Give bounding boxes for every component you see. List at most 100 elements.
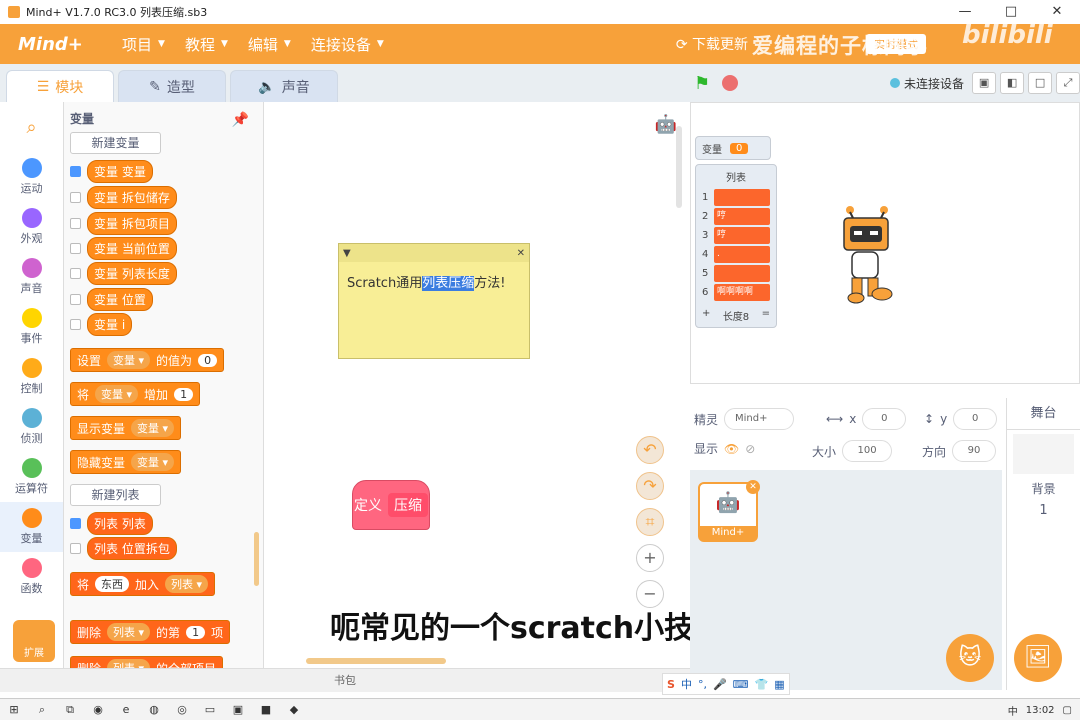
folder-icon[interactable]: ▭	[196, 703, 224, 716]
new-list-button[interactable]: 新建列表	[70, 484, 161, 506]
category-control[interactable]: 控制	[0, 352, 63, 402]
var-checkbox[interactable]	[70, 218, 81, 229]
y-input[interactable]: 0	[953, 408, 998, 430]
var-block[interactable]: 变量 当前位置	[87, 237, 177, 260]
category-events[interactable]: 事件	[0, 302, 63, 352]
app-icon[interactable]: ▣	[224, 703, 252, 716]
green-flag-icon[interactable]: ⚑	[694, 73, 714, 94]
define-block[interactable]: 定义 压缩	[352, 480, 430, 530]
list-checkbox[interactable]	[70, 543, 81, 554]
layout-normal-stage-icon[interactable]: ◧	[1000, 72, 1025, 94]
var-block[interactable]: 变量 i	[87, 313, 133, 336]
value-input[interactable]: 0	[198, 353, 218, 367]
zoom-in-icon[interactable]: +	[636, 544, 664, 572]
var-block[interactable]: 变量 位置	[87, 288, 153, 311]
connection-status[interactable]: 未连接设备	[890, 75, 964, 92]
eye-icon[interactable]: 👁	[724, 442, 739, 456]
var-block[interactable]: 变量 拆包项目	[87, 212, 177, 235]
category-sound[interactable]: 声音	[0, 252, 63, 302]
layout-large-stage-icon[interactable]: □	[1028, 72, 1053, 94]
add-to-list-block[interactable]: 将东西 加入 列表 ▾	[70, 572, 216, 596]
var-checkbox[interactable]	[70, 319, 81, 330]
list-resize-handle[interactable]: =	[762, 308, 770, 323]
wechat-icon[interactable]: ◍	[140, 703, 168, 716]
fullscreen-icon[interactable]: ⤢	[1056, 72, 1080, 94]
sprite-name-input[interactable]: Mind+	[724, 408, 795, 430]
backpack-bar[interactable]: 书包	[0, 668, 690, 692]
tab-blocks[interactable]: ☰ 模块	[6, 70, 114, 102]
delete-item-block[interactable]: 删除 列表 ▾ 的第 1 项	[70, 620, 231, 644]
list-add-button[interactable]: +	[702, 308, 710, 323]
delete-sprite-icon[interactable]: ✕	[746, 480, 760, 494]
category-operators[interactable]: 运算符	[0, 452, 63, 502]
pin-icon[interactable]: 📌	[232, 112, 249, 128]
var-block[interactable]: 变量 拆包储存	[87, 186, 177, 209]
update-button[interactable]: ⟳ 下载更新	[676, 34, 748, 54]
robot-sprite[interactable]	[838, 204, 896, 304]
category-looks[interactable]: 外观	[0, 202, 63, 252]
list-dropdown[interactable]: 列表 ▾	[165, 575, 209, 593]
var-checkbox[interactable]	[70, 268, 81, 279]
list-dropdown[interactable]: 列表 ▾	[107, 623, 151, 641]
new-variable-button[interactable]: 新建变量	[70, 132, 161, 154]
clock[interactable]: 13:02	[1026, 705, 1055, 716]
menu-edit[interactable]: 编辑 ▼	[248, 34, 291, 55]
x-input[interactable]: 0	[862, 408, 907, 430]
notification-icon[interactable]: ▢	[1063, 705, 1072, 716]
app-icon[interactable]: ◉	[84, 703, 112, 716]
task-view-icon[interactable]: ⧉	[56, 703, 84, 717]
category-motion[interactable]: 运动	[0, 152, 63, 202]
close-icon[interactable]: ✕	[517, 248, 525, 259]
var-checkbox[interactable]	[70, 192, 81, 203]
category-sensing[interactable]: 侦测	[0, 402, 63, 452]
mindplus-taskbar-icon[interactable]: ■	[252, 703, 280, 716]
ime-toolbar[interactable]: S 中 °, 🎤 ⌨ 👕 ▦	[662, 673, 790, 695]
var-block[interactable]: 变量 变量	[87, 160, 153, 183]
add-backdrop-button[interactable]: 🖼	[1014, 634, 1062, 682]
tray-ime[interactable]: 中	[1008, 703, 1018, 718]
variable-dropdown[interactable]: 变量 ▾	[107, 351, 151, 369]
set-variable-block[interactable]: 设置 变量 ▾ 的值为 0	[70, 348, 225, 372]
eye-off-icon[interactable]: ⊘	[745, 442, 755, 456]
menu-connect[interactable]: 连接设备 ▼	[311, 34, 384, 55]
size-input[interactable]: 100	[842, 440, 893, 462]
menu-project[interactable]: 项目 ▼	[122, 34, 165, 55]
app-icon[interactable]: ◆	[280, 703, 308, 716]
list-cell[interactable]	[714, 189, 770, 206]
windows-start-icon[interactable]: ⊞	[0, 703, 28, 716]
layout-small-stage-icon[interactable]: ▣	[972, 72, 997, 94]
list-monitor[interactable]: 列表 1 2哼 3哼 4. 5 6 啊啊啊啊 + 长度8 =	[695, 164, 777, 328]
list-block[interactable]: 列表 列表	[87, 512, 153, 535]
direction-input[interactable]: 90	[952, 440, 997, 462]
variable-dropdown[interactable]: 变量 ▾	[95, 385, 139, 403]
list-cell[interactable]	[714, 265, 770, 282]
list-cell[interactable]: .	[714, 246, 770, 263]
extension-button[interactable]: 扩展	[13, 620, 55, 662]
var-block[interactable]: 变量 列表长度	[87, 262, 177, 285]
add-sprite-button[interactable]: 🐱	[946, 634, 994, 682]
category-variables[interactable]: 变量	[0, 502, 63, 552]
sprite-card[interactable]: 🤖 Mind+ ✕	[698, 480, 760, 542]
chrome-icon[interactable]: ◎	[168, 703, 196, 716]
delete-all-block[interactable]: 删除列表 ▾ 的全部项目	[70, 656, 224, 668]
stop-icon[interactable]	[722, 75, 738, 91]
redo-icon[interactable]: ↷	[636, 472, 664, 500]
list-cell[interactable]: 哼	[714, 208, 770, 225]
var-checkbox[interactable]	[70, 166, 81, 177]
category-functions[interactable]: 函数	[0, 552, 63, 602]
search-icon[interactable]: ⌕	[28, 703, 56, 717]
note-text[interactable]: Scratch通用列表压缩方法!	[339, 262, 529, 301]
list-cell[interactable]: 哼	[714, 227, 770, 244]
list-cell[interactable]: 啊啊啊啊	[714, 284, 770, 301]
hide-variable-block[interactable]: 隐藏变量 变量 ▾	[70, 450, 182, 474]
variable-dropdown[interactable]: 变量 ▾	[131, 419, 175, 437]
undo-icon[interactable]: ↶	[636, 436, 664, 464]
item-input[interactable]: 东西	[95, 576, 130, 592]
var-checkbox[interactable]	[70, 294, 81, 305]
list-block[interactable]: 列表 位置拆包	[87, 537, 177, 560]
index-input[interactable]: 1	[186, 625, 206, 639]
edge-icon[interactable]: e	[112, 703, 140, 716]
collapse-icon[interactable]: ▼	[343, 248, 351, 259]
variable-dropdown[interactable]: 变量 ▾	[131, 453, 175, 471]
change-variable-block[interactable]: 将变量 ▾ 增加 1	[70, 382, 201, 406]
